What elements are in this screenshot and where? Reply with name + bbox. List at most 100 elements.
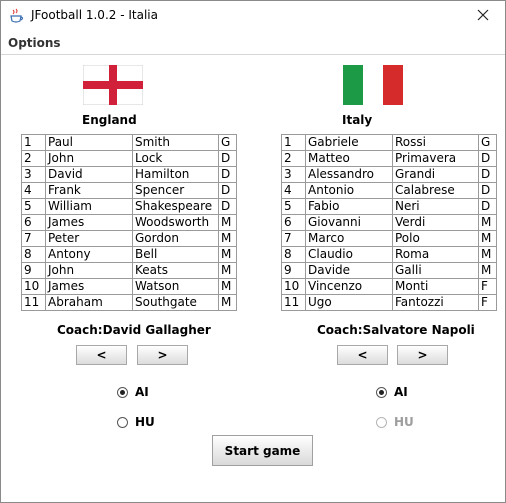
away-roster-table: 1 Gabriele Rossi G 2 Matteo Primavera D 3 Alessan…: [281, 134, 497, 311]
player-first-name: John: [45, 262, 133, 279]
table-row[interactable]: 11 Abraham Southgate M: [21, 294, 237, 311]
player-last-name: Watson: [132, 278, 219, 295]
table-row[interactable]: 8 Claudio Roma M: [281, 246, 497, 263]
player-last-name: Galli: [392, 262, 479, 279]
player-first-name: Paul: [45, 134, 133, 151]
table-row[interactable]: 6 Giovanni Verdi M: [281, 214, 497, 231]
start-game-button[interactable]: Start game: [212, 435, 313, 466]
player-number: 11: [21, 294, 46, 311]
player-first-name: Gabriele: [305, 134, 393, 151]
player-last-name: Monti: [392, 278, 479, 295]
player-first-name: David: [45, 166, 133, 183]
player-first-name: Ugo: [305, 294, 393, 311]
player-position: D: [218, 182, 237, 199]
player-position: M: [218, 214, 237, 231]
table-row[interactable]: 2 John Lock D: [21, 150, 237, 167]
menu-options[interactable]: Options: [8, 36, 61, 50]
table-row[interactable]: 6 James Woodsworth M: [21, 214, 237, 231]
table-row[interactable]: 3 David Hamilton D: [21, 166, 237, 183]
player-position: M: [218, 294, 237, 311]
table-row[interactable]: 2 Matteo Primavera D: [281, 150, 497, 167]
player-last-name: Spencer: [132, 182, 219, 199]
away-hu-radio: HU: [376, 415, 414, 429]
player-first-name: Antony: [45, 246, 133, 263]
home-prev-coach-button[interactable]: <: [76, 345, 127, 365]
player-first-name: James: [45, 214, 133, 231]
title-bar: JFootball 1.0.2 - Italia: [1, 1, 505, 32]
close-button[interactable]: [461, 1, 505, 32]
player-position: M: [478, 214, 497, 231]
player-last-name: Shakespeare: [132, 198, 219, 215]
home-roster-table: 1 Paul Smith G 2 John Lock D 3 David Hamilton D 4 Fra…: [21, 134, 237, 311]
away-ai-radio[interactable]: AI: [376, 385, 408, 399]
player-last-name: Calabrese: [392, 182, 479, 199]
player-last-name: Rossi: [392, 134, 479, 151]
player-last-name: Keats: [132, 262, 219, 279]
player-position: D: [478, 182, 497, 199]
player-last-name: Polo: [392, 230, 479, 247]
player-number: 4: [21, 182, 46, 199]
player-number: 8: [21, 246, 46, 263]
player-position: G: [218, 134, 237, 151]
app-window: JFootball 1.0.2 - Italia Options England…: [0, 0, 506, 503]
player-number: 5: [21, 198, 46, 215]
home-next-coach-button[interactable]: >: [137, 345, 188, 365]
player-position: M: [478, 262, 497, 279]
player-first-name: Marco: [305, 230, 393, 247]
player-last-name: Neri: [392, 198, 479, 215]
player-position: D: [218, 198, 237, 215]
window-title: JFootball 1.0.2 - Italia: [31, 8, 158, 22]
player-number: 10: [281, 278, 306, 295]
menu-bar: Options: [1, 32, 505, 55]
player-first-name: Alessandro: [305, 166, 393, 183]
radio-unselected-icon: [376, 416, 387, 428]
player-position: F: [478, 278, 497, 295]
table-row[interactable]: 10 Vincenzo Monti F: [281, 278, 497, 295]
table-row[interactable]: 4 Frank Spencer D: [21, 182, 237, 199]
table-row[interactable]: 9 Davide Galli M: [281, 262, 497, 279]
player-number: 7: [21, 230, 46, 247]
table-row[interactable]: 11 Ugo Fantozzi F: [281, 294, 497, 311]
player-first-name: Davide: [305, 262, 393, 279]
player-first-name: Fabio: [305, 198, 393, 215]
radio-selected-icon: [117, 386, 128, 398]
table-row[interactable]: 1 Paul Smith G: [21, 134, 237, 151]
england-flag: [83, 65, 143, 105]
away-ai-label: AI: [394, 385, 408, 399]
table-row[interactable]: 9 John Keats M: [21, 262, 237, 279]
away-prev-coach-button[interactable]: <: [337, 345, 388, 365]
home-hu-label: HU: [135, 415, 155, 429]
player-number: 6: [281, 214, 306, 231]
player-position: D: [478, 166, 497, 183]
italy-flag: [343, 65, 403, 105]
table-row[interactable]: 5 William Shakespeare D: [21, 198, 237, 215]
table-row[interactable]: 7 Marco Polo M: [281, 230, 497, 247]
player-number: 7: [281, 230, 306, 247]
table-row[interactable]: 4 Antonio Calabrese D: [281, 182, 497, 199]
player-position: G: [478, 134, 497, 151]
home-hu-radio[interactable]: HU: [117, 415, 155, 429]
home-coach: Coach:David Gallagher: [57, 323, 211, 337]
table-row[interactable]: 1 Gabriele Rossi G: [281, 134, 497, 151]
player-first-name: Abraham: [45, 294, 133, 311]
player-position: F: [478, 294, 497, 311]
player-number: 2: [21, 150, 46, 167]
home-ai-radio[interactable]: AI: [117, 385, 149, 399]
player-last-name: Grandi: [392, 166, 479, 183]
table-row[interactable]: 10 James Watson M: [21, 278, 237, 295]
table-row[interactable]: 7 Peter Gordon M: [21, 230, 237, 247]
player-number: 10: [21, 278, 46, 295]
player-position: M: [478, 230, 497, 247]
player-number: 1: [281, 134, 306, 151]
player-last-name: Fantozzi: [392, 294, 479, 311]
player-first-name: Giovanni: [305, 214, 393, 231]
away-next-coach-button[interactable]: >: [397, 345, 448, 365]
player-first-name: Antonio: [305, 182, 393, 199]
player-first-name: Vincenzo: [305, 278, 393, 295]
table-row[interactable]: 3 Alessandro Grandi D: [281, 166, 497, 183]
player-number: 6: [21, 214, 46, 231]
table-row[interactable]: 8 Antony Bell M: [21, 246, 237, 263]
player-last-name: Southgate: [132, 294, 219, 311]
table-row[interactable]: 5 Fabio Neri D: [281, 198, 497, 215]
player-first-name: Frank: [45, 182, 133, 199]
